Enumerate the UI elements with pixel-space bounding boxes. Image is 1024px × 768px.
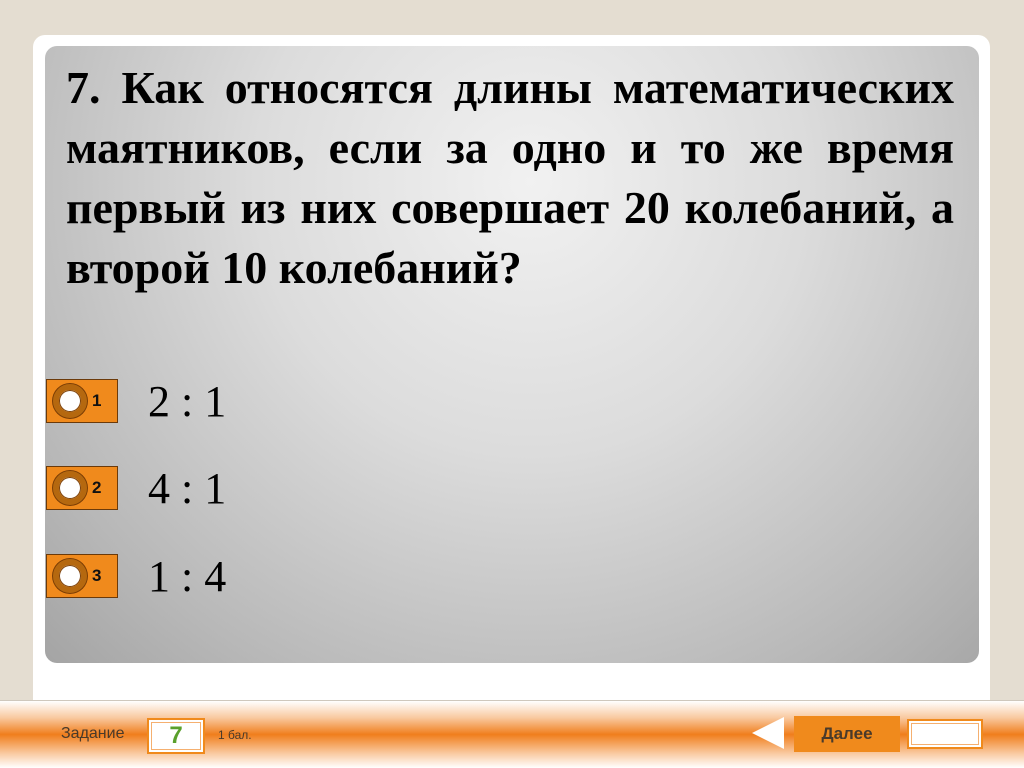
score-label: 1 бал. <box>218 728 252 742</box>
answer-number: 3 <box>92 566 102 585</box>
task-label: Задание <box>61 725 125 742</box>
answer-option-2[interactable]: 2 4 : 1 <box>46 464 226 513</box>
answer-number: 1 <box>92 391 102 410</box>
answer-select-button[interactable]: 2 <box>46 466 118 510</box>
radio-icon <box>53 384 87 418</box>
question-text: 7. Как относятся длины математических ма… <box>66 62 954 293</box>
radio-icon <box>53 559 87 593</box>
answer-option-1[interactable]: 1 2 : 1 <box>46 377 226 426</box>
answer-text: 2 : 1 <box>148 376 227 426</box>
answer-select-button[interactable]: 3 <box>46 554 118 598</box>
radio-icon <box>53 471 87 505</box>
result-box <box>907 719 983 749</box>
answer-text: 1 : 4 <box>148 551 227 601</box>
answer-text: 4 : 1 <box>148 463 227 513</box>
answer-number: 2 <box>92 478 102 497</box>
answer-select-button[interactable]: 1 <box>46 379 118 423</box>
next-button[interactable]: Далее <box>794 716 900 752</box>
back-arrow-icon[interactable] <box>752 717 784 749</box>
task-number: 7 <box>147 718 205 754</box>
answer-option-3[interactable]: 3 1 : 4 <box>46 552 226 601</box>
